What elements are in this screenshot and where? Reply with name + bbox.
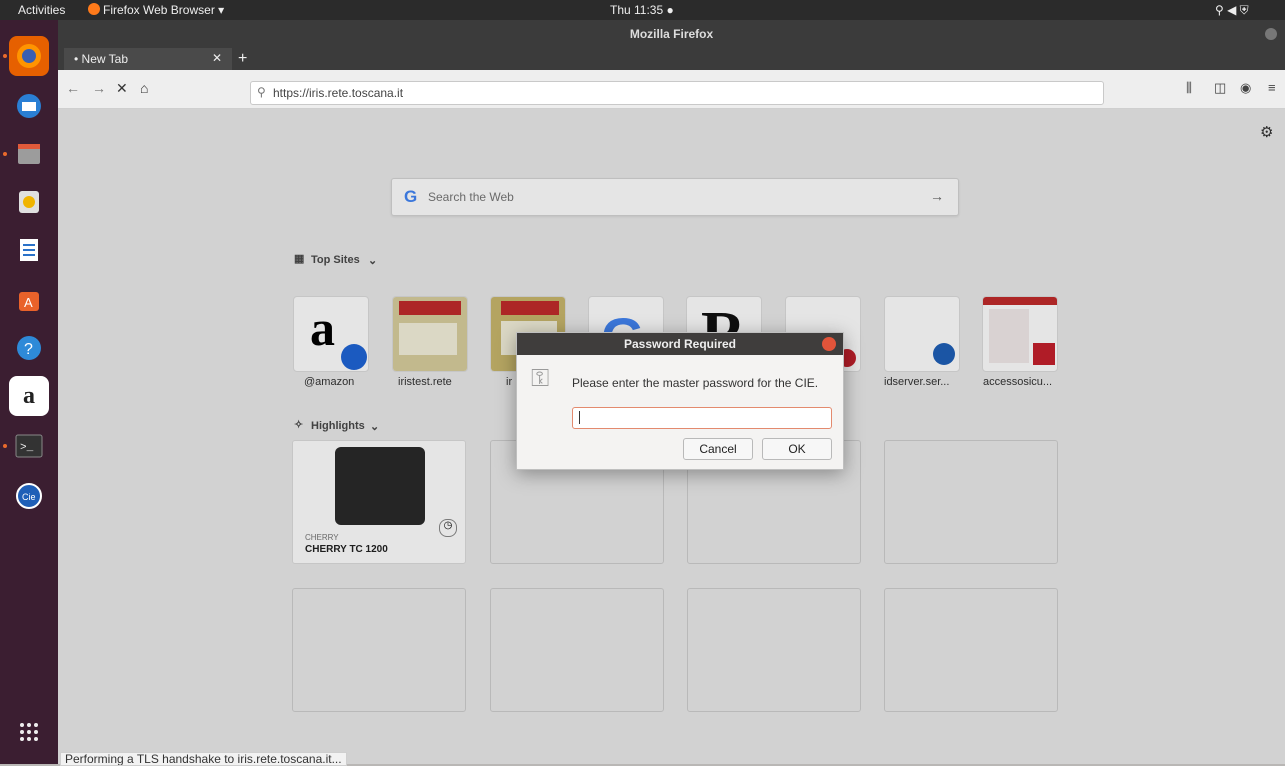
password-dialog: Password Required ⚿ Please enter the mas… (516, 332, 844, 470)
window-title: Mozilla Firefox (629, 27, 714, 41)
url-bar[interactable]: ⚲ https://iris.rete.toscana.it (250, 81, 1104, 105)
url-text: https://iris.rete.toscana.it (273, 86, 404, 100)
extension-icon[interactable]: ◉ (1240, 80, 1251, 96)
amazon-icon[interactable]: a (9, 376, 49, 416)
stop-icon[interactable]: ✕ (116, 80, 128, 97)
thunderbird-icon[interactable] (9, 86, 49, 126)
files-icon[interactable] (9, 134, 49, 174)
launcher-dock: A ? a >_ Cie (0, 20, 58, 764)
dialog-message: Please enter the master password for the… (572, 376, 819, 390)
window-titlebar: Mozilla Firefox (58, 20, 1285, 48)
ubuntu-software-icon[interactable]: A (9, 280, 49, 320)
system-tray-icons[interactable]: ⚲ ◀ ⛨ (1215, 3, 1249, 18)
tab-label: • New Tab (74, 52, 129, 66)
app-menu[interactable]: Firefox Web Browser ▾ (103, 3, 224, 17)
dialog-title: Password Required (517, 333, 843, 355)
svg-text:A: A (24, 295, 33, 310)
close-tab-icon[interactable]: ✕ (212, 51, 222, 65)
cancel-button[interactable]: Cancel (683, 438, 753, 460)
sidebar-icon[interactable]: ◫ (1214, 80, 1226, 96)
search-icon: ⚲ (257, 85, 266, 99)
firefox-app-icon (88, 3, 100, 18)
tab-strip: • New Tab ✕ + (58, 48, 1285, 70)
minimize-icon[interactable] (1265, 28, 1277, 40)
close-icon[interactable] (822, 337, 836, 351)
library-icon[interactable]: ⫼ (1186, 80, 1192, 96)
svg-text:?: ? (24, 341, 33, 358)
svg-text:>_: >_ (20, 442, 34, 454)
text-cursor (579, 411, 580, 424)
forward-icon[interactable]: → (92, 80, 106, 96)
running-indicator (3, 152, 7, 156)
running-indicator (3, 54, 7, 58)
cie-id-icon[interactable]: Cie (9, 476, 49, 516)
system-top-bar: Activities Firefox Web Browser ▾ Thu 11:… (0, 0, 1285, 20)
activities-button[interactable]: Activities (18, 3, 65, 17)
help-icon[interactable]: ? (9, 328, 49, 368)
home-icon[interactable]: ⌂ (140, 80, 148, 96)
libreoffice-writer-icon[interactable] (9, 230, 49, 270)
new-tab-button[interactable]: + (238, 50, 247, 68)
back-icon[interactable]: ← (66, 80, 80, 96)
rhythmbox-icon[interactable] (9, 182, 49, 222)
firefox-icon[interactable] (9, 36, 49, 76)
clock[interactable]: Thu 11:35 ● (610, 3, 674, 17)
svg-text:Cie: Cie (22, 492, 36, 502)
master-password-field[interactable] (572, 407, 832, 429)
running-indicator (3, 444, 7, 448)
tab-new-tab[interactable]: • New Tab ✕ (64, 48, 232, 70)
terminal-icon[interactable]: >_ (9, 426, 49, 466)
show-applications-icon[interactable] (9, 712, 49, 752)
menu-icon[interactable]: ≡ (1268, 80, 1276, 95)
key-icon: ⚿ (531, 365, 550, 392)
ok-button[interactable]: OK (762, 438, 832, 460)
navigation-toolbar: ← → ✕ ⌂ ⚲ https://iris.rete.toscana.it ⫼… (58, 70, 1285, 109)
